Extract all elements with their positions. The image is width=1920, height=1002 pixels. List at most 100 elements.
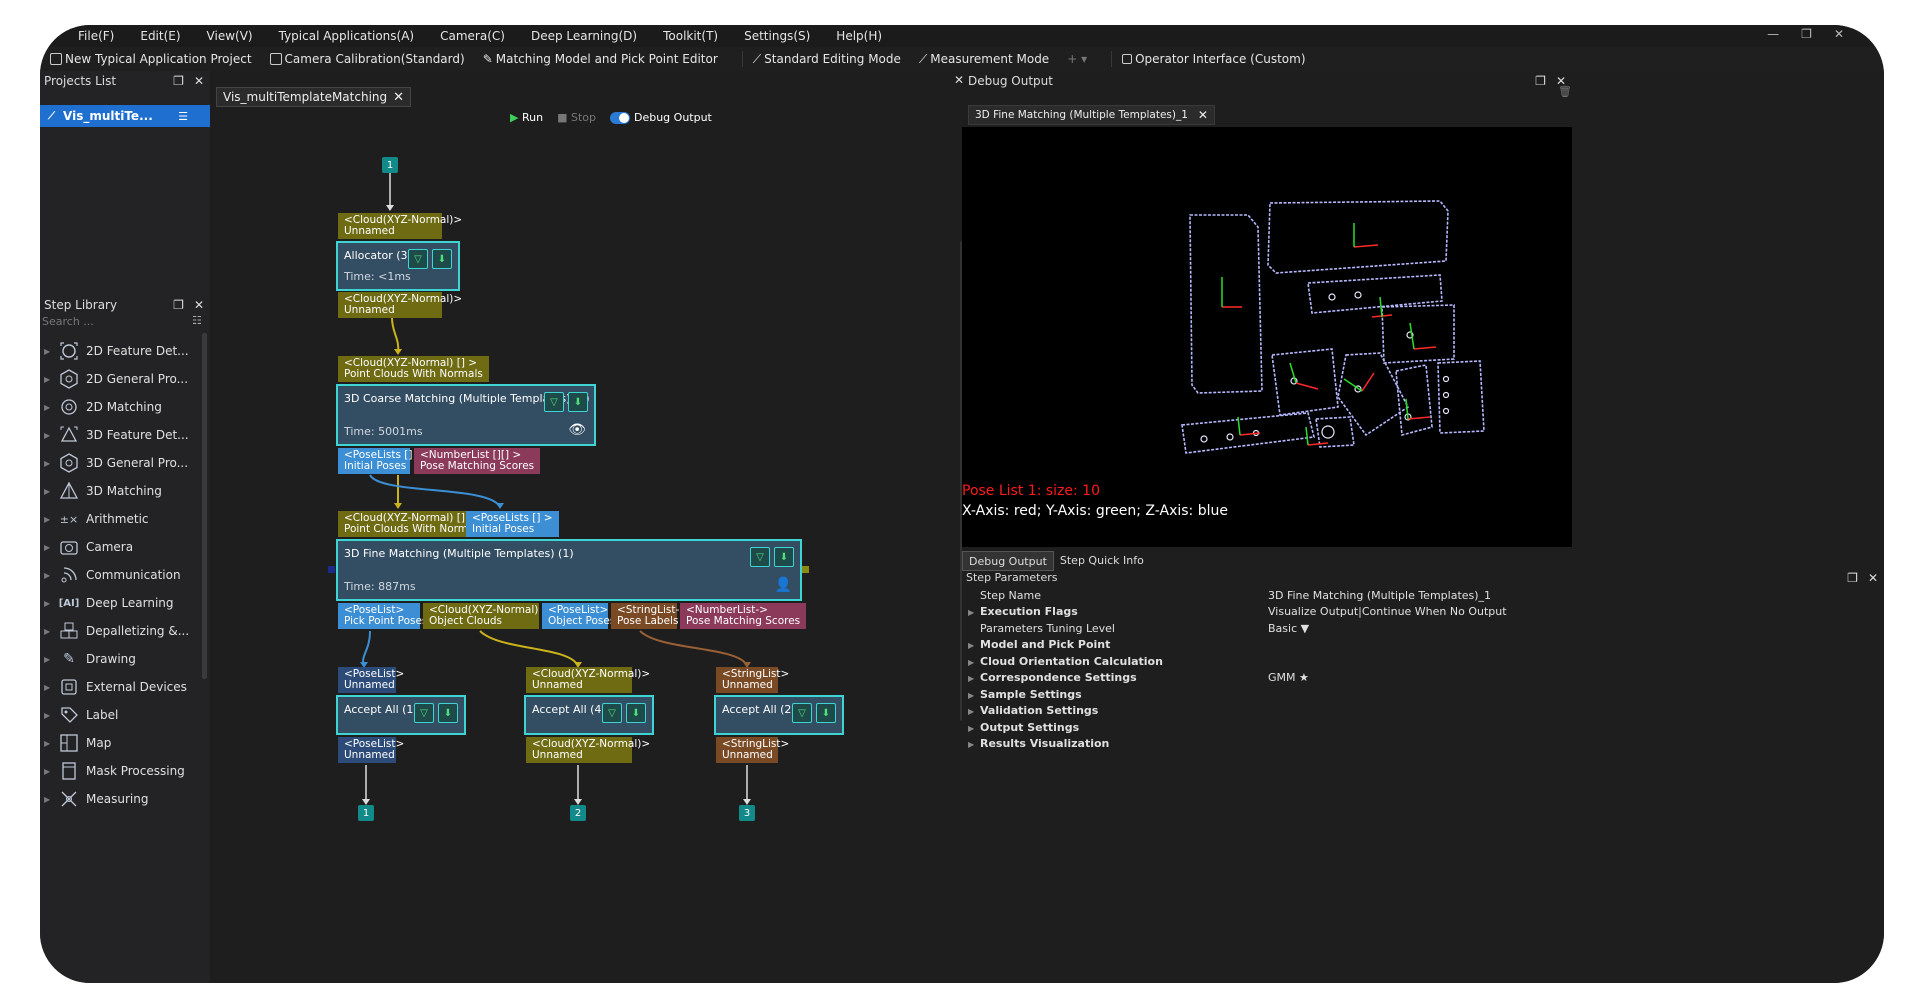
- param-row-output-settings[interactable]: ▶ Output Settings: [962, 721, 1572, 737]
- download-icon[interactable]: ⬇: [774, 547, 794, 567]
- coarse-matching-step[interactable]: 3D Coarse Matching (Multiple Templates) …: [336, 384, 596, 446]
- param-row-tuning-level[interactable]: Parameters Tuning Level Basic ▼: [962, 622, 1572, 638]
- menu-view[interactable]: View(V): [207, 29, 253, 43]
- expand-icon[interactable]: ▶: [968, 674, 974, 683]
- library-item-2d-feature-detection[interactable]: ▶ 2D Feature Det...: [40, 337, 200, 365]
- menu-toolkit[interactable]: Toolkit(T): [663, 29, 718, 43]
- collapse-icon[interactable]: ▽: [544, 392, 564, 412]
- point-cloud-viewer[interactable]: Pose List 1: size: 10 X-Axis: red; Y-Axi…: [962, 127, 1572, 547]
- library-item-3d-matching[interactable]: ▶ 3D Matching: [40, 477, 200, 505]
- library-item-external-devices[interactable]: ▶ External Devices: [40, 673, 200, 701]
- accept-all-1-step[interactable]: Accept All (1) ▽ ⬇: [336, 695, 466, 735]
- library-item-depalletizing[interactable]: ▶ Depalletizing &...: [40, 617, 200, 645]
- menu-file[interactable]: File(F): [78, 29, 114, 43]
- debug-output-toggle[interactable]: Debug Output: [609, 111, 712, 124]
- library-search-input[interactable]: Search ...: [40, 315, 170, 331]
- accept4-output-port[interactable]: <Cloud(XYZ-Normal)> Unnamed: [526, 737, 650, 763]
- menu-help[interactable]: Help(H): [836, 29, 882, 43]
- accept-all-4-step[interactable]: Accept All (4) ▽ ⬇: [524, 695, 654, 735]
- library-item-measuring[interactable]: ▶ Measuring: [40, 785, 200, 813]
- expand-icon[interactable]: ▶: [968, 608, 974, 617]
- library-item-communication[interactable]: ▶ Communication: [40, 561, 200, 589]
- menu-settings[interactable]: Settings(S): [744, 29, 810, 43]
- collapse-icon[interactable]: ▽: [602, 703, 622, 723]
- param-row-model-pick-point[interactable]: ▶ Model and Pick Point: [962, 638, 1572, 654]
- accept4-input-port[interactable]: <Cloud(XYZ-Normal)> Unnamed: [526, 667, 650, 693]
- accept1-input-port[interactable]: <PoseList> Unnamed: [338, 667, 404, 693]
- library-scrollbar[interactable]: [202, 333, 207, 679]
- library-item-drawing[interactable]: ▶ ✎ Drawing: [40, 645, 200, 673]
- library-item-3d-general-processing[interactable]: ▶ 3D General Pro...: [40, 449, 200, 477]
- close-panel-icon[interactable]: ✕: [194, 74, 204, 88]
- library-item-label[interactable]: ▶ Label: [40, 701, 200, 729]
- allocator-step[interactable]: Allocator (3) Time: <1ms ▽ ⬇: [336, 241, 460, 291]
- accept2-input-port[interactable]: <StringList> Unnamed: [716, 667, 789, 693]
- download-icon[interactable]: ⬇: [432, 249, 452, 269]
- library-item-deep-learning[interactable]: ▶ [AI] Deep Learning: [40, 589, 200, 617]
- expand-icon[interactable]: ▶: [968, 740, 974, 749]
- operator-interface-button[interactable]: Operator Interface (Custom): [1122, 52, 1306, 66]
- library-item-map[interactable]: ▶ Map: [40, 729, 200, 757]
- close-tab-icon[interactable]: ✕: [393, 90, 404, 105]
- accept1-output-port[interactable]: <PoseList> Unnamed: [338, 737, 404, 763]
- fine-output-object-poses[interactable]: <PoseList> Object Poses: [542, 603, 615, 629]
- collapse-icon[interactable]: ▽: [792, 703, 812, 723]
- coarse-output-initial-poses[interactable]: <PoseLists [] > Initial Poses: [338, 448, 425, 474]
- collapse-icon[interactable]: ▽: [414, 703, 434, 723]
- accept2-output-port[interactable]: <StringList> Unnamed: [716, 737, 789, 763]
- close-tab-icon[interactable]: ✕: [1198, 108, 1208, 122]
- menu-deep-learning[interactable]: Deep Learning(D): [531, 29, 637, 43]
- param-row-step-name[interactable]: Step Name 3D Fine Matching (Multiple Temp…: [962, 589, 1572, 605]
- close-editor-icon[interactable]: ✕: [954, 73, 964, 87]
- expand-icon[interactable]: ▶: [968, 641, 974, 650]
- measurement-mode-button[interactable]: ⟋ Measurement Mode: [919, 52, 1049, 67]
- tab-debug-step[interactable]: 3D Fine Matching (Multiple Templates)_1 …: [968, 105, 1215, 125]
- library-item-2d-general-processing[interactable]: ▶ 2D General Pro...: [40, 365, 200, 393]
- fine-right-handle[interactable]: [802, 566, 809, 573]
- new-project-button[interactable]: New Typical Application Project: [50, 52, 252, 66]
- param-row-execution-flags[interactable]: ▶ Execution Flags Visualize Output|Continu…: [962, 605, 1572, 621]
- float-icon[interactable]: ❐: [1847, 571, 1858, 585]
- coarse-input-port[interactable]: <Cloud(XYZ-Normal) [] > Point Clouds With…: [338, 356, 489, 382]
- float-icon[interactable]: ❐: [173, 74, 184, 88]
- tab-step-quick-info[interactable]: Step Quick Info: [1054, 551, 1150, 571]
- trash-icon[interactable]: 🗑: [1558, 85, 1572, 98]
- float-icon[interactable]: ❐: [1535, 74, 1546, 88]
- menu-camera[interactable]: Camera(C): [440, 29, 505, 43]
- coarse-output-scores[interactable]: <NumberList [][] > Pose Matching Scores: [414, 448, 541, 474]
- close-panel-icon[interactable]: ✕: [1868, 571, 1878, 585]
- fine-output-pick-poses[interactable]: <PoseList> Pick Point Poses: [338, 603, 427, 629]
- filter-icon[interactable]: ☷: [192, 314, 202, 327]
- expand-icon[interactable]: ▶: [968, 658, 974, 667]
- download-icon[interactable]: ⬇: [438, 703, 458, 723]
- library-item-3d-feature-detection[interactable]: ▶ 3D Feature Det...: [40, 421, 200, 449]
- toolbar-more-button[interactable]: + ▾: [1067, 52, 1087, 66]
- menu-edit[interactable]: Edit(E): [140, 29, 180, 43]
- menu-typical-applications[interactable]: Typical Applications(A): [279, 29, 415, 43]
- expand-icon[interactable]: ▶: [968, 691, 974, 700]
- param-row-sample-settings[interactable]: ▶ Sample Settings: [962, 688, 1572, 704]
- stop-button[interactable]: ■ Stop: [557, 111, 596, 124]
- project-item[interactable]: ⟋ Vis_multiTe... ☰: [40, 105, 210, 127]
- allocator-output-port[interactable]: <Cloud(XYZ-Normal)> Unnamed: [338, 292, 462, 318]
- library-item-2d-matching[interactable]: ▶ 2D Matching: [40, 393, 200, 421]
- fine-output-object-clouds[interactable]: <Cloud(XYZ-Normal) [] > Object Clouds: [423, 603, 562, 629]
- download-icon[interactable]: ⬇: [568, 392, 588, 412]
- matching-editor-button[interactable]: ✎ Matching Model and Pick Point Editor: [483, 52, 718, 66]
- collapse-icon[interactable]: ▽: [408, 249, 428, 269]
- fine-output-scores[interactable]: <NumberList-> Pose Matching Scores: [680, 603, 807, 629]
- minimize-icon[interactable]: —: [1767, 27, 1779, 41]
- allocator-input-port[interactable]: <Cloud(XYZ-Normal)> Unnamed: [338, 213, 462, 239]
- fine-input-poses[interactable]: <PoseLists [] > Initial Poses: [466, 511, 559, 537]
- accept-all-2-step[interactable]: Accept All (2) ▽ ⬇: [714, 695, 844, 735]
- collapse-icon[interactable]: ▽: [750, 547, 770, 567]
- run-button[interactable]: ▶ Run: [510, 111, 543, 124]
- param-row-results-visualization[interactable]: ▶ Results Visualization: [962, 737, 1572, 753]
- close-icon[interactable]: ✕: [1834, 27, 1844, 41]
- fine-matching-step[interactable]: 3D Fine Matching (Multiple Templates) (1…: [336, 539, 802, 601]
- tab-debug-output[interactable]: Debug Output: [962, 551, 1054, 571]
- visualize-icon[interactable]: 👤: [775, 577, 792, 593]
- download-icon[interactable]: ⬇: [626, 703, 646, 723]
- visualize-icon[interactable]: 👁: [568, 422, 586, 438]
- library-item-mask-processing[interactable]: ▶ Mask Processing: [40, 757, 200, 785]
